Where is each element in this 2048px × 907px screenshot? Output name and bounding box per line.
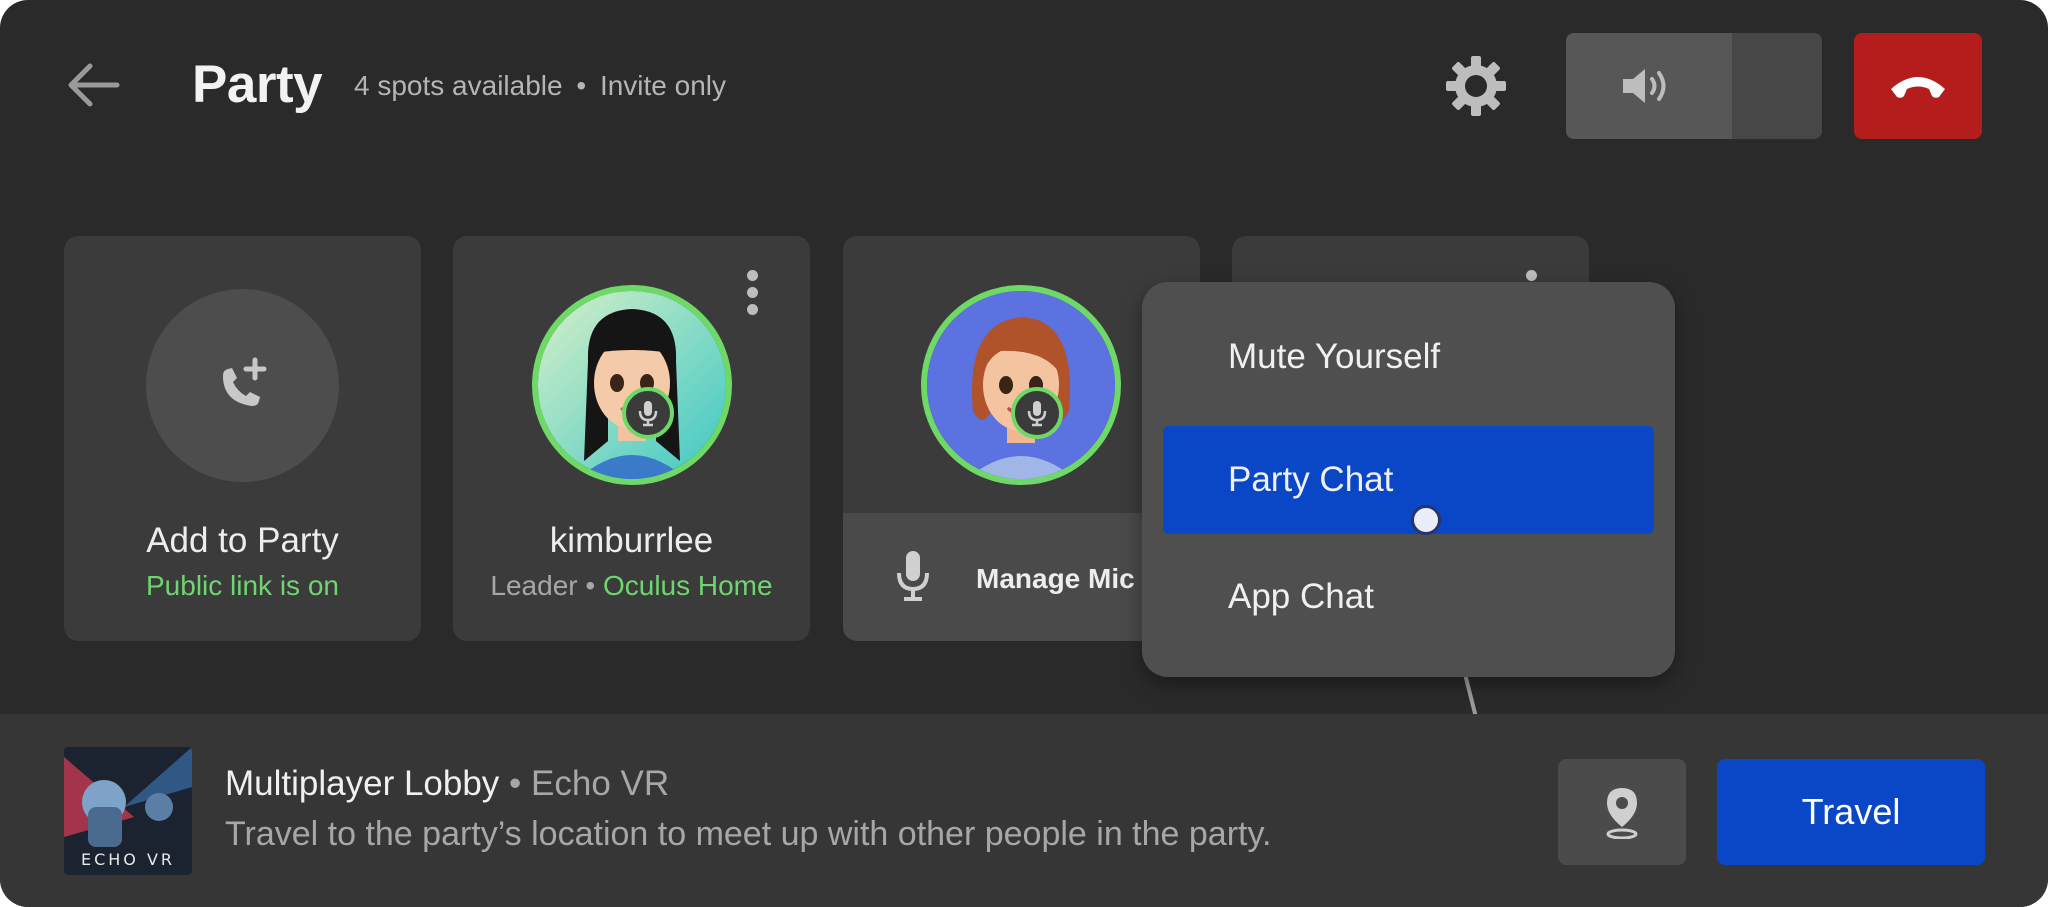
thumb-title: ECHO VR	[81, 850, 175, 869]
volume-button[interactable]	[1566, 33, 1732, 139]
add-call-button[interactable]	[146, 289, 339, 482]
view-location-button[interactable]	[1558, 759, 1686, 865]
member-location: Oculus Home	[602, 570, 773, 601]
leave-party-button[interactable]	[1854, 33, 1982, 139]
microphone-icon	[638, 401, 658, 427]
lobby-name: Multiplayer Lobby	[225, 764, 500, 803]
member-card-kimburrlee[interactable]: kimburrlee Leader • Oculus Home	[453, 236, 810, 641]
separator-dot: •	[576, 70, 587, 101]
menu-item-label: Party Chat	[1228, 460, 1394, 499]
party-subtitle: 4 spots available • Invite only	[354, 70, 726, 102]
public-link-status: Public link is on	[146, 570, 339, 601]
mic-status-badge	[622, 387, 674, 439]
menu-item-mute-yourself[interactable]: Mute Yourself	[1163, 303, 1654, 411]
microphone-icon	[1027, 401, 1047, 427]
spots-available: 4 spots available	[354, 70, 563, 101]
menu-item-label: App Chat	[1228, 577, 1374, 616]
volume-control	[1566, 33, 1822, 139]
visibility-status: Invite only	[599, 70, 727, 101]
travel-button[interactable]: Travel	[1717, 759, 1985, 865]
party-panel: Party 4 spots available • Invite only Ad…	[0, 0, 2048, 907]
avatar	[532, 285, 732, 485]
speaker-icon	[1623, 69, 1666, 103]
menu-item-app-chat[interactable]: App Chat	[1163, 543, 1654, 651]
member-role: Leader	[490, 570, 578, 601]
game-name: Echo VR	[531, 764, 670, 803]
more-options-icon[interactable]	[742, 270, 762, 322]
menu-item-party-chat[interactable]: Party Chat	[1163, 426, 1654, 534]
mic-status-badge	[1011, 387, 1063, 439]
manage-mic-label: Manage Mic	[976, 563, 1135, 594]
game-thumbnail: ECHO VR	[64, 747, 192, 875]
avatar	[921, 285, 1121, 485]
travel-footer: ECHO VR Multiplayer Lobby • Echo VR Trav…	[0, 714, 2048, 907]
phone-hangup-icon	[1891, 77, 1945, 98]
page-title: Party	[192, 55, 323, 114]
audio-mode-menu: Mute Yourself Party Chat App Chat	[1142, 282, 1675, 677]
add-call-icon	[222, 357, 266, 406]
separator-dot: •	[585, 570, 596, 601]
separator-dot: •	[509, 764, 522, 803]
member-name: kimburrlee	[549, 521, 714, 560]
back-arrow-icon[interactable]	[62, 60, 124, 110]
gear-icon[interactable]	[1444, 54, 1508, 118]
lobby-title: Multiplayer Lobby • Echo VR	[225, 764, 669, 804]
member-status: Leader • Oculus Home	[453, 570, 810, 602]
map-pin-icon	[1606, 788, 1638, 839]
travel-description: Travel to the party’s location to meet u…	[225, 815, 1272, 853]
volume-slider-track[interactable]	[1732, 33, 1822, 139]
microphone-icon	[897, 551, 929, 601]
add-to-party-label: Add to Party	[146, 521, 339, 560]
pointer-cursor	[1411, 505, 1441, 535]
add-to-party-card[interactable]: Add to Party Public link is on	[64, 236, 421, 641]
menu-item-label: Mute Yourself	[1228, 337, 1441, 376]
